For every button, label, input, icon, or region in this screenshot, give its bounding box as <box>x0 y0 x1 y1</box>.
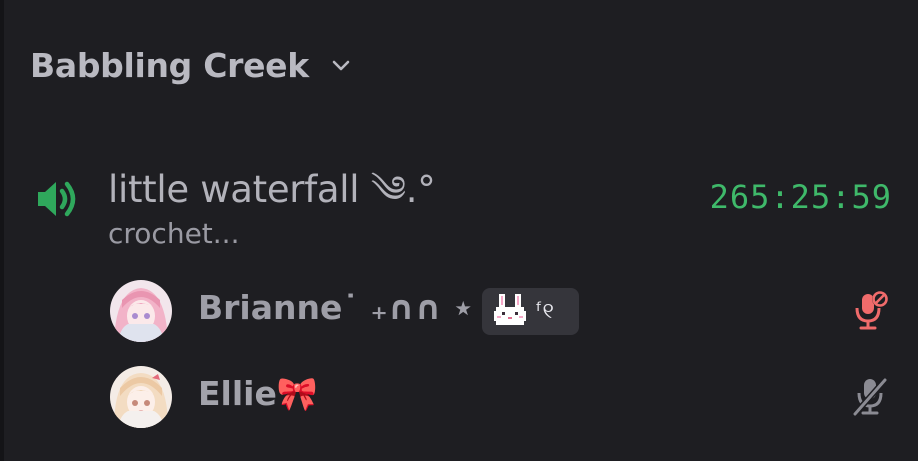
user-name: Ellie🎀 <box>198 374 318 413</box>
avatar[interactable] <box>110 366 172 428</box>
bunny-icon <box>492 293 528 331</box>
speaker-icon <box>32 174 82 224</box>
tag-text: ᶠ୧ <box>536 299 554 324</box>
left-rail <box>0 0 4 461</box>
voice-user-brianne[interactable]: Brianne˙ ₊∩∩ ⋆ ᶠ୧ <box>110 278 900 344</box>
user-name: Brianne˙ ₊∩∩ ⋆ <box>198 288 474 327</box>
voice-channel[interactable]: little waterfall ༄.° crochet... 265:25:5… <box>28 140 898 260</box>
voice-user-ellie[interactable]: Ellie🎀 <box>110 364 900 430</box>
user-tag: ᶠ୧ <box>482 288 579 335</box>
chevron-down-icon <box>329 53 353 77</box>
channel-status: crochet... <box>108 217 240 250</box>
call-timer: 265:25:59 <box>709 178 892 216</box>
avatar[interactable] <box>110 280 172 342</box>
mic-muted-icon <box>848 288 892 332</box>
mic-off-icon <box>848 374 892 418</box>
category-header[interactable]: Babbling Creek <box>30 40 353 90</box>
category-name: Babbling Creek <box>30 45 309 85</box>
